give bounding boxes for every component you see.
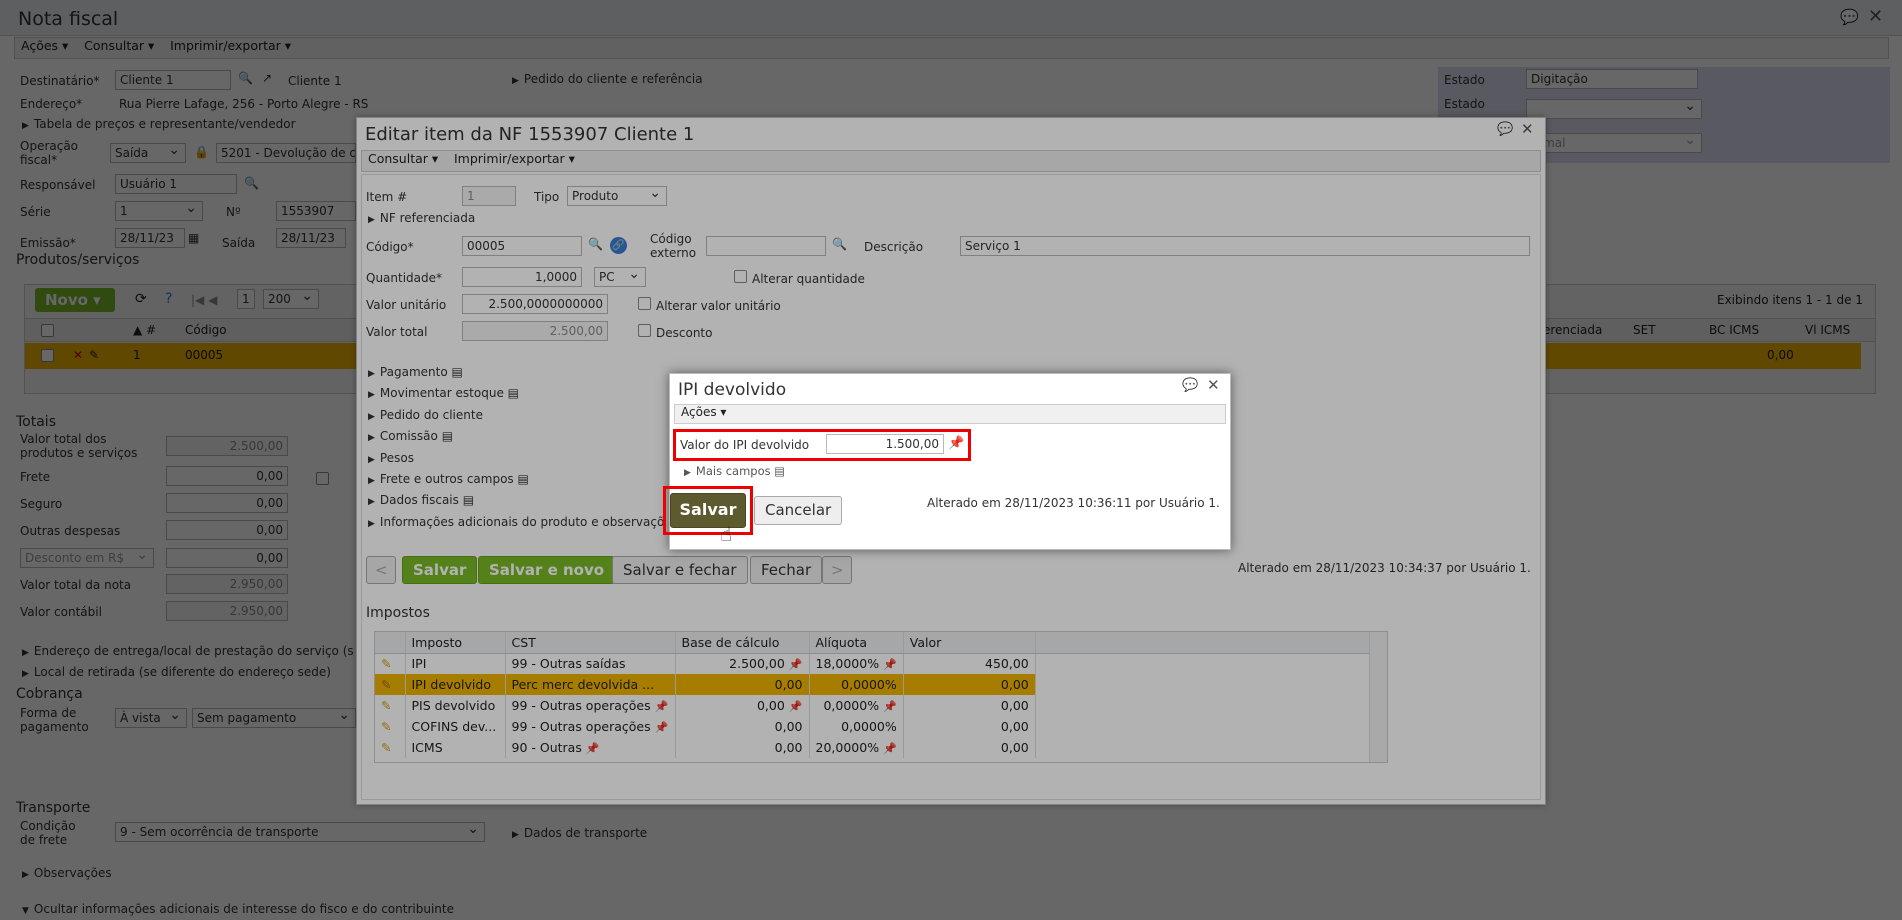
ipi-valor-input[interactable]: 1.500,00	[826, 434, 944, 454]
ipi-menu-acoes[interactable]: Ações ▾	[675, 405, 732, 419]
ipi-valor-label: Valor do IPI devolvido	[680, 438, 810, 452]
ipi-menu-bar: Ações ▾	[674, 404, 1226, 424]
mais-campos-label: Mais campos	[695, 464, 771, 478]
hand-cursor-icon: ☝	[720, 522, 733, 546]
ipi-comment-icon[interactable]: 💬	[1182, 378, 1198, 393]
ipi-devolvido-dialog: IPI devolvido 💬 ✕ Ações ▾ Valor do IPI d…	[663, 373, 1231, 550]
ipi-alterado-label: Alterado em 28/11/2023 10:36:11 por Usuá…	[927, 496, 1220, 510]
mais-campos-link[interactable]: ▶ Mais campos ▤	[684, 464, 785, 478]
ipi-menu-acoes-label: Ações	[681, 405, 717, 419]
ipi-cancelar-button[interactable]: Cancelar	[754, 496, 843, 525]
ipi-salvar-button[interactable]: Salvar	[670, 493, 746, 528]
ipi-pin-icon[interactable]: 📌	[948, 436, 964, 451]
ipi-dialog-title: IPI devolvido	[678, 380, 787, 400]
ipi-close-icon[interactable]: ✕	[1207, 376, 1220, 394]
